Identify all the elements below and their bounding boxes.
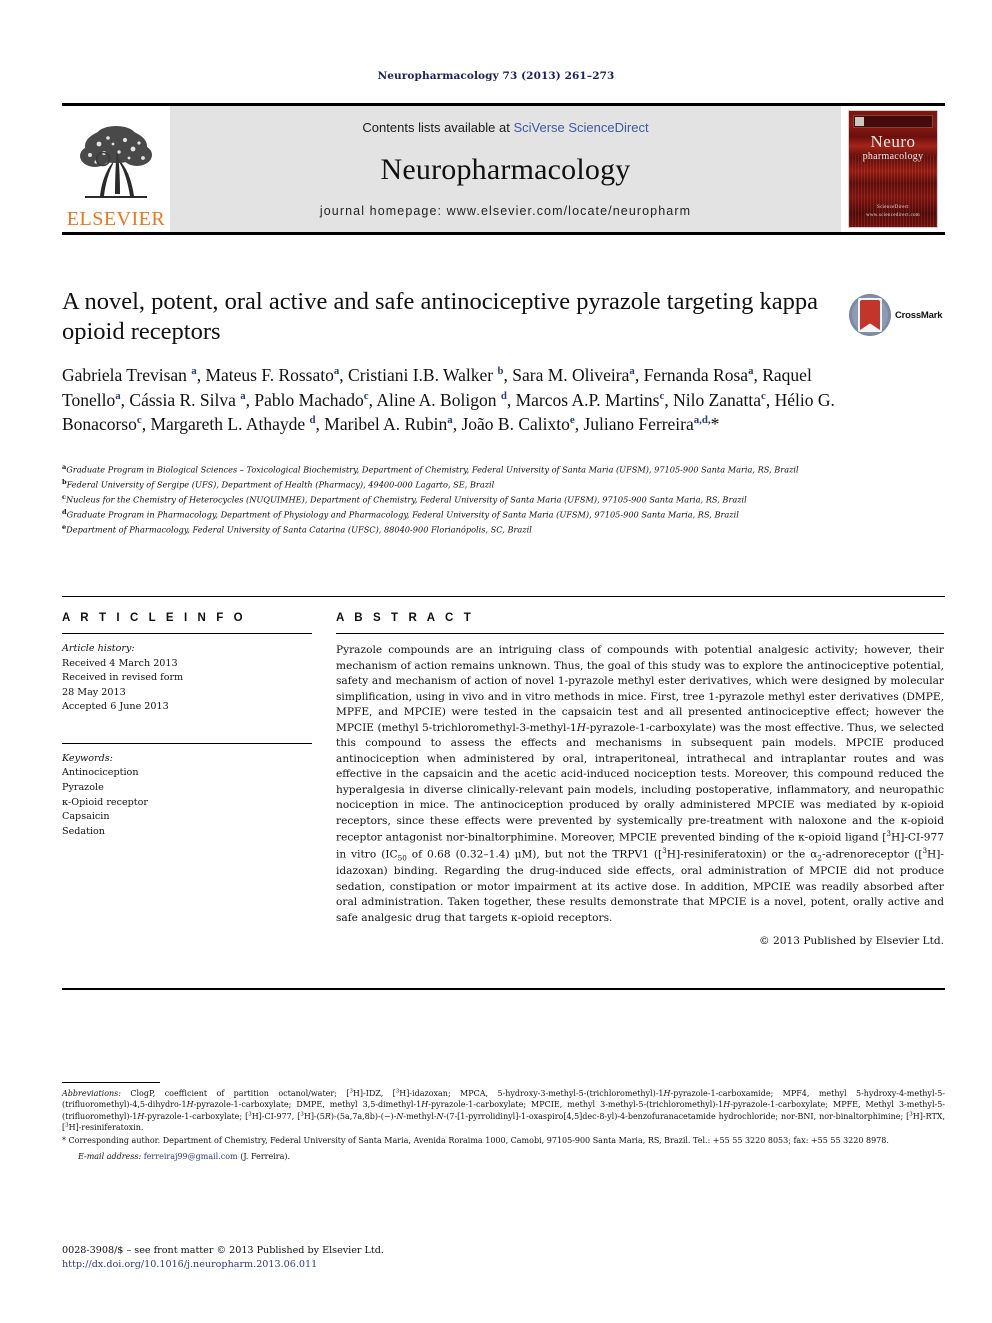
affiliation-text: Graduate Program in Biological Sciences … xyxy=(66,464,799,475)
journal-homepage[interactable]: journal homepage: www.elsevier.com/locat… xyxy=(320,204,691,218)
article-info-rule xyxy=(62,633,312,634)
imprint-block: 0028-3908/$ – see front matter © 2013 Pu… xyxy=(62,1244,945,1273)
affiliation-d: dGraduate Program in Pharmacology, Depar… xyxy=(62,507,945,522)
abstract-copyright: © 2013 Published by Elsevier Ltd. xyxy=(759,935,944,948)
article-info-heading: A R T I C L E I N F O xyxy=(62,612,247,624)
cover-title: Neuro pharmacology xyxy=(849,133,937,162)
affiliation-text: Nucleus for the Chemistry of Heterocycle… xyxy=(66,494,747,505)
cover-title-line1: Neuro xyxy=(870,132,916,151)
keyword-list: Keywords: Antinociception Pyrazole κ-Opi… xyxy=(62,752,312,839)
cover-footer: ScienceDirect www.sciencedirect.com xyxy=(849,204,937,219)
email-link[interactable]: ferreiraj99@gmail.com xyxy=(144,1152,238,1161)
issn-line: 0028-3908/$ – see front matter © 2013 Pu… xyxy=(62,1245,384,1256)
article-history: Article history: Received 4 March 2013 R… xyxy=(62,642,312,715)
doi-link[interactable]: http://dx.doi.org/10.1016/j.neuropharm.2… xyxy=(62,1258,945,1272)
cover-title-line2: pharmacology xyxy=(862,150,924,162)
email-owner: (J. Ferreira). xyxy=(240,1151,291,1161)
history-item-revised: Received in revised form xyxy=(62,672,184,684)
section-divider-bottom xyxy=(62,988,945,990)
contents-line: Contents lists available at SciVerse Sci… xyxy=(362,120,648,135)
cover-logo-swatch xyxy=(855,117,864,126)
keyword-item: Antinociception xyxy=(62,767,139,779)
footnote-rule xyxy=(62,1082,160,1083)
keywords-label: Keywords: xyxy=(62,752,113,764)
cover-footer-line1: ScienceDirect xyxy=(877,205,909,210)
article-info-column: A R T I C L E I N F O Article history: R… xyxy=(62,612,312,839)
crossmark-label: CrossMark xyxy=(895,309,943,321)
elsevier-wordmark: ELSEVIER xyxy=(66,208,166,230)
affiliation-text: Graduate Program in Pharmacology, Depart… xyxy=(66,509,739,520)
journal-article-first-page: Neuropharmacology 73 (2013) 261–273 ELSE… xyxy=(0,0,992,1323)
abstract-rule xyxy=(336,633,944,634)
keyword-item: κ-Opioid receptor xyxy=(62,796,149,808)
section-divider-top xyxy=(62,596,945,597)
affiliation-e: eDepartment of Pharmacology, Federal Uni… xyxy=(62,522,945,537)
elsevier-logo: ELSEVIER xyxy=(62,106,170,232)
abbreviations-note: Abbreviations: ClogP, coefficient of par… xyxy=(62,1088,946,1133)
journal-cover-image: Neuro pharmacology ScienceDirect www.sci… xyxy=(848,110,938,228)
corresponding-author-note: * Corresponding author. Department of Ch… xyxy=(62,1136,889,1146)
history-item-revised-date: 28 May 2013 xyxy=(62,686,126,698)
contents-prefix: Contents lists available at xyxy=(362,120,514,135)
keyword-item: Capsaicin xyxy=(62,811,110,823)
article-info-spacer xyxy=(62,715,312,734)
journal-title: Neuropharmacology xyxy=(380,152,631,186)
author-list: Gabriela Trevisan a, Mateus F. Rossatoa,… xyxy=(62,364,835,435)
keyword-item: Sedation xyxy=(62,825,105,837)
abstract-heading: A B S T R A C T xyxy=(336,612,475,624)
keyword-item: Pyrazole xyxy=(62,782,104,794)
email-note: E-mail address: ferreiraj99@gmail.com (J… xyxy=(62,1151,945,1162)
article-title: A novel, potent, oral active and safe an… xyxy=(62,288,819,345)
affiliation-a: aGraduate Program in Biological Sciences… xyxy=(62,462,945,477)
affiliation-b: bFederal University of Sergipe (UFS), De… xyxy=(62,477,945,492)
title-block: A novel, potent, oral active and safe an… xyxy=(62,287,945,437)
keywords-rule xyxy=(62,742,312,744)
affiliation-text: Federal University of Sergipe (UFS), Dep… xyxy=(66,479,495,490)
article-history-label: Article history: xyxy=(62,643,135,654)
footnotes-block: Abbreviations: ClogP, coefficient of par… xyxy=(62,1082,945,1162)
cover-header-bar xyxy=(853,115,933,128)
sciencedirect-link[interactable]: SciVerse ScienceDirect xyxy=(513,120,648,135)
masthead-center: Contents lists available at SciVerse Sci… xyxy=(170,106,841,232)
crossmark-badge[interactable]: CrossMark xyxy=(849,289,945,341)
history-item-received: Received 4 March 2013 xyxy=(62,657,178,669)
abstract-text: Pyrazole compounds are an intriguing cla… xyxy=(336,644,944,924)
journal-masthead: ELSEVIER Contents lists available at Sci… xyxy=(62,103,945,235)
affiliation-c: cNucleus for the Chemistry of Heterocycl… xyxy=(62,492,945,507)
history-item-accepted: Accepted 6 June 2013 xyxy=(62,701,169,713)
abstract-column: A B S T R A C T Pyrazole compounds are a… xyxy=(336,612,944,947)
running-head: Neuropharmacology 73 (2013) 261–273 xyxy=(377,70,615,82)
crossmark-icon xyxy=(849,294,891,336)
affiliation-text: Department of Pharmacology, Federal Univ… xyxy=(66,524,532,535)
journal-cover-thumbnail: Neuro pharmacology ScienceDirect www.sci… xyxy=(841,106,945,232)
email-label: E-mail address: xyxy=(78,1151,142,1161)
affiliation-list: aGraduate Program in Biological Sciences… xyxy=(62,462,945,537)
cover-footer-line2: www.sciencedirect.com xyxy=(865,212,920,218)
elsevier-tree-icon xyxy=(73,122,159,208)
